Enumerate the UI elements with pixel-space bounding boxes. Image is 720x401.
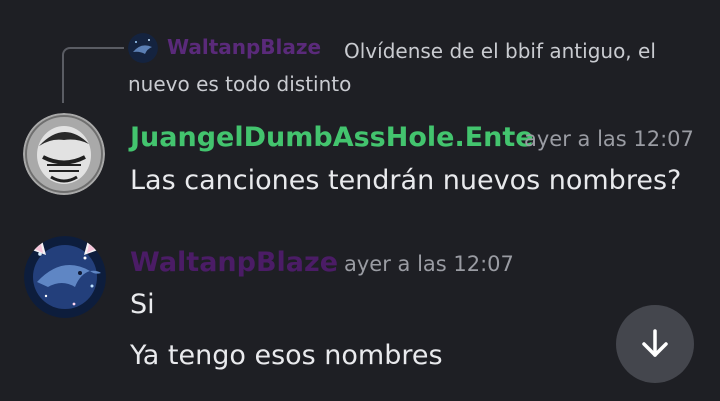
message-text[interactable]: Si [130,289,155,321]
user-avatar[interactable] [24,236,106,318]
message-text[interactable]: Las canciones tendrán nuevos nombres? [130,165,681,197]
scroll-to-bottom-button[interactable] [616,305,694,383]
message-author-name[interactable]: WaltanpBlaze [130,247,338,279]
arrow-down-icon [642,329,668,357]
reply-connector-line [62,47,124,103]
user-avatar[interactable] [23,113,105,195]
message-text[interactable]: Ya tengo esos nombres [130,340,443,372]
message-author-name[interactable]: JuangelDumbAssHole.Ente [130,122,534,154]
message-timestamp: ayer a las 12:07 [344,252,514,276]
message-timestamp: ayer a las 12:07 [524,127,694,151]
reply-author-name[interactable]: WaltanpBlaze [167,35,321,59]
